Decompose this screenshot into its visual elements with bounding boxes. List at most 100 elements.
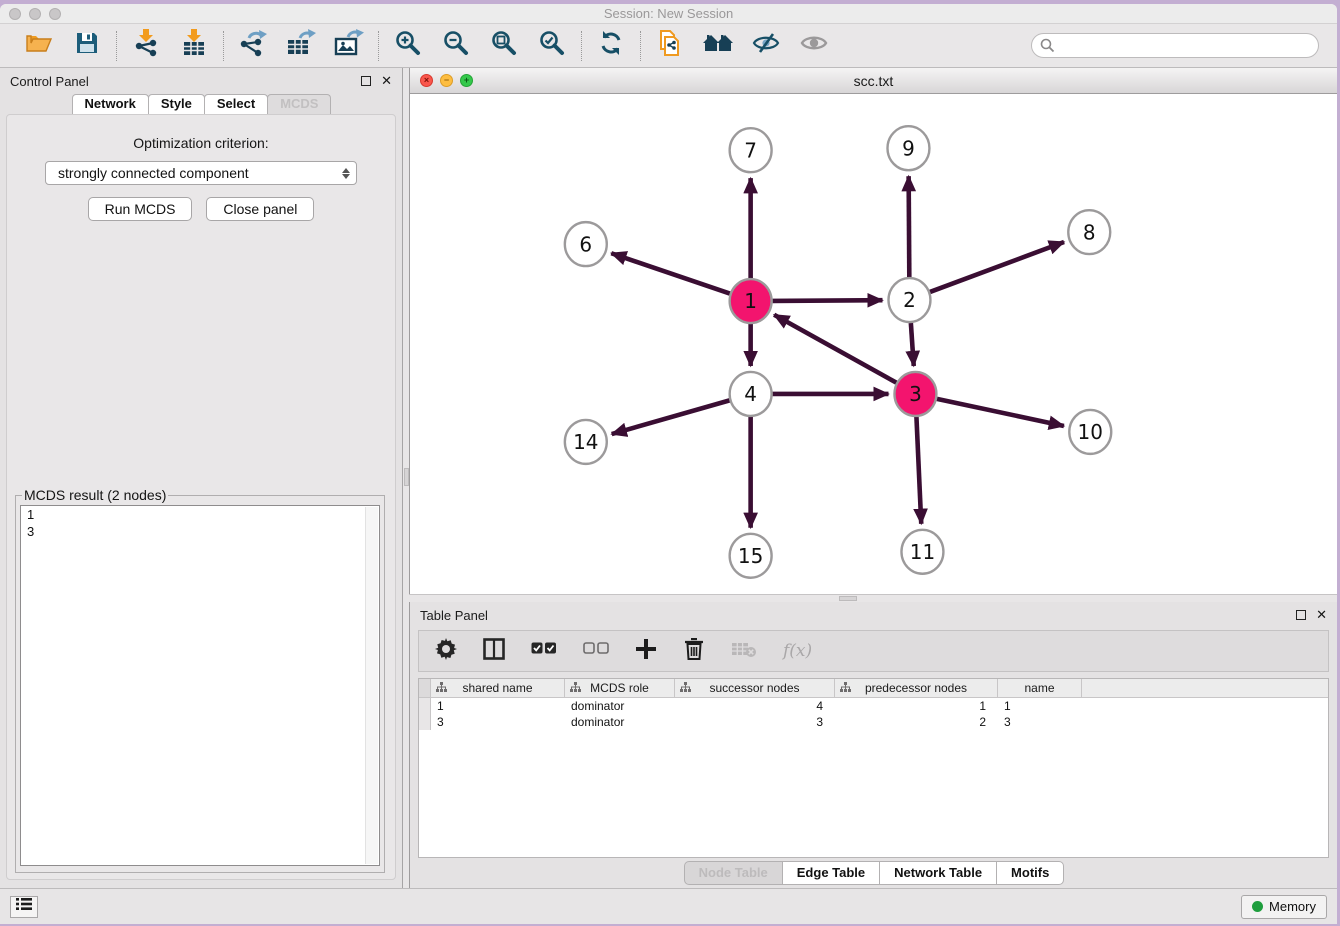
column-header-MCDS-role[interactable]: MCDS role xyxy=(565,679,675,697)
horizontal-splitter[interactable] xyxy=(409,594,1337,602)
table-cell[interactable]: 1 xyxy=(835,698,998,714)
edge-3-11[interactable] xyxy=(916,417,921,524)
delete-rows-button[interactable] xyxy=(683,636,705,666)
column-label: predecessor nodes xyxy=(865,681,967,695)
table-row[interactable]: 3dominator323 xyxy=(419,714,1328,730)
table-cell[interactable]: 2 xyxy=(835,714,998,730)
criterion-select[interactable]: strongly connected component xyxy=(45,161,357,185)
table-cell[interactable]: 4 xyxy=(675,698,835,714)
table-cell[interactable]: 3 xyxy=(998,714,1082,730)
column-type-icon xyxy=(570,682,581,696)
graph-node-4[interactable]: 4 xyxy=(730,372,772,416)
header-filler xyxy=(1082,679,1328,697)
edge-2-3[interactable] xyxy=(911,323,914,366)
refresh-view-button[interactable] xyxy=(596,31,626,61)
show-graphics-details-button[interactable] xyxy=(799,31,829,61)
vertical-splitter[interactable] xyxy=(402,68,409,888)
memory-status-icon xyxy=(1252,901,1263,912)
add-row-button[interactable] xyxy=(635,636,657,666)
list-icon xyxy=(16,897,32,916)
table-cell[interactable]: dominator xyxy=(565,714,675,730)
tab-node-table[interactable]: Node Table xyxy=(684,861,783,885)
tab-select[interactable]: Select xyxy=(204,94,268,114)
split-columns-button[interactable] xyxy=(483,636,505,666)
zoom-selected-icon xyxy=(539,30,565,61)
graph-node-8[interactable]: 8 xyxy=(1068,210,1110,254)
column-header-name[interactable]: name xyxy=(998,679,1082,697)
tab-style[interactable]: Style xyxy=(148,94,205,114)
eye-slash-icon xyxy=(752,32,780,59)
graph-node-14[interactable]: 14 xyxy=(565,420,607,464)
close-panel-icon[interactable]: ✕ xyxy=(381,76,392,86)
import-table-icon xyxy=(181,29,207,62)
table-settings-button[interactable] xyxy=(435,636,457,666)
graph-node-7[interactable]: 7 xyxy=(730,128,772,172)
graph-node-10[interactable]: 10 xyxy=(1069,410,1111,454)
trash-icon xyxy=(684,638,704,665)
graph-node-2[interactable]: 2 xyxy=(888,278,930,322)
tab-mcds[interactable]: MCDS xyxy=(267,94,331,114)
clone-network-button[interactable] xyxy=(655,31,685,61)
edge-1-6[interactable] xyxy=(611,253,730,293)
zoom-in-button[interactable] xyxy=(393,31,423,61)
close-panel-button[interactable]: Close panel xyxy=(206,197,314,221)
float-panel-icon[interactable] xyxy=(1296,610,1306,620)
task-history-button[interactable] xyxy=(10,896,38,918)
reset-view-button[interactable] xyxy=(703,31,733,61)
graph-node-15[interactable]: 15 xyxy=(730,534,772,578)
graph-node-9[interactable]: 9 xyxy=(887,126,929,170)
edge-1-2[interactable] xyxy=(773,300,883,301)
graph-node-11[interactable]: 11 xyxy=(901,530,943,574)
table-cell[interactable]: 1 xyxy=(431,698,565,714)
deselect-all-checkboxes-button[interactable] xyxy=(583,636,609,666)
hide-graphics-details-button[interactable] xyxy=(751,31,781,61)
zoom-out-button[interactable] xyxy=(441,31,471,61)
window-title: Session: New Session xyxy=(0,6,1337,21)
svg-text:3: 3 xyxy=(909,382,922,406)
search-input[interactable] xyxy=(1031,33,1319,58)
column-label: name xyxy=(1024,681,1054,695)
import-network-button[interactable] xyxy=(131,31,161,61)
run-mcds-button[interactable]: Run MCDS xyxy=(88,197,193,221)
table-cell[interactable]: 3 xyxy=(675,714,835,730)
close-panel-icon[interactable]: ✕ xyxy=(1316,610,1327,620)
float-panel-icon[interactable] xyxy=(361,76,371,86)
tab-edge-table[interactable]: Edge Table xyxy=(782,861,880,885)
svg-text:15: 15 xyxy=(738,544,763,568)
export-image-button[interactable] xyxy=(334,31,364,61)
result-scrollbar[interactable] xyxy=(365,507,378,864)
import-table-button[interactable] xyxy=(179,31,209,61)
table-cell[interactable]: dominator xyxy=(565,698,675,714)
network-canvas[interactable]: 7 9 6 8 1 2 4 3 14 10 15 11 xyxy=(410,94,1337,594)
tab-network[interactable]: Network xyxy=(72,94,149,114)
column-header-predecessor-nodes[interactable]: predecessor nodes xyxy=(835,679,998,697)
select-all-checkboxes-button[interactable] xyxy=(531,636,557,666)
graph-node-3[interactable]: 3 xyxy=(894,372,936,416)
tab-motifs[interactable]: Motifs xyxy=(996,861,1064,885)
row-header-gutter xyxy=(419,679,431,697)
edge-3-1[interactable] xyxy=(774,315,896,383)
table-cell[interactable]: 1 xyxy=(998,698,1082,714)
export-network-button[interactable] xyxy=(238,31,268,61)
edge-3-10[interactable] xyxy=(937,399,1064,426)
save-session-button[interactable] xyxy=(72,31,102,61)
graph-node-6[interactable]: 6 xyxy=(565,222,607,266)
table-cell[interactable]: 3 xyxy=(431,714,565,730)
edge-4-14[interactable] xyxy=(612,400,730,434)
column-header-shared-name[interactable]: shared name xyxy=(431,679,565,697)
graph-node-1[interactable]: 1 xyxy=(730,279,772,323)
table-row[interactable]: 1dominator411 xyxy=(419,698,1328,714)
export-table-button[interactable] xyxy=(286,31,316,61)
edge-2-8[interactable] xyxy=(930,242,1064,292)
splitter-grip[interactable] xyxy=(404,468,409,486)
zoom-fit-button[interactable] xyxy=(489,31,519,61)
edge-2-9[interactable] xyxy=(909,176,910,277)
application-window: Session: New Session xyxy=(0,4,1337,924)
zoom-selected-button[interactable] xyxy=(537,31,567,61)
delete-table-icon xyxy=(731,640,757,663)
column-header-successor-nodes[interactable]: successor nodes xyxy=(675,679,835,697)
open-session-button[interactable] xyxy=(24,31,54,61)
splitter-grip[interactable] xyxy=(839,596,857,601)
tab-network-table[interactable]: Network Table xyxy=(879,861,997,885)
memory-button[interactable]: Memory xyxy=(1241,895,1327,919)
